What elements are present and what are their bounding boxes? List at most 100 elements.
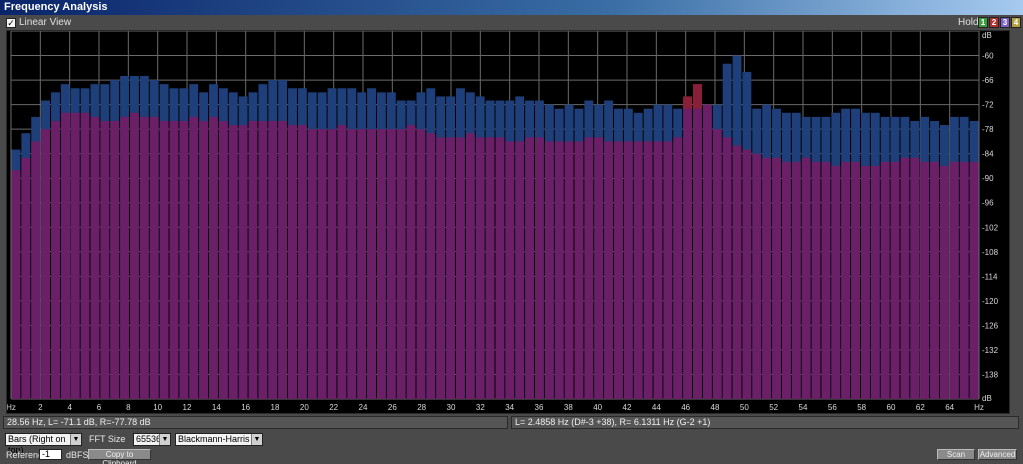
x-tick-label: 26 (388, 403, 397, 412)
chevron-down-icon: ▼ (70, 434, 81, 445)
bar-left (880, 161, 890, 399)
bar-left (920, 161, 930, 399)
x-tick-label: 40 (593, 403, 602, 412)
bar-left (732, 145, 742, 399)
bar-left (712, 129, 722, 399)
bar-left (199, 120, 209, 399)
x-tick-label: 32 (476, 403, 485, 412)
bar-left (317, 129, 327, 399)
bar-left (722, 137, 732, 400)
window-title: Frequency Analysis (0, 0, 1023, 15)
bar-left (525, 137, 535, 400)
x-tick-label: 54 (799, 403, 808, 412)
bar-left (367, 129, 376, 399)
window-function-select[interactable]: Blackmann-Harris ▼ (175, 433, 263, 446)
bar-left (406, 125, 416, 400)
bar-left (258, 120, 268, 399)
bar-left (811, 161, 821, 399)
bar-left (841, 161, 851, 399)
bar-left (278, 120, 288, 399)
chevron-down-icon: ▼ (159, 434, 170, 445)
bar-left (120, 116, 130, 399)
fft-size-label: FFT Size (89, 434, 126, 444)
bar-left (11, 170, 21, 399)
display-mode-select[interactable]: Bars (Right on top) ▼ (5, 433, 82, 455)
y-tick-label: dB (982, 394, 992, 403)
bar-left (179, 120, 189, 399)
bar-left (791, 161, 801, 399)
bar-left (357, 129, 367, 399)
bar-overlap (693, 84, 702, 109)
hold-button-3[interactable]: 3 (1000, 17, 1010, 28)
x-tick-label: 20 (300, 403, 309, 412)
bar-left (446, 137, 455, 400)
bar-left (455, 137, 465, 400)
bar-left (288, 125, 297, 400)
bar-left (495, 137, 505, 400)
bar-left (594, 137, 604, 400)
bar-left (900, 157, 910, 399)
bar-left (623, 141, 633, 399)
bar-left (939, 165, 949, 399)
bar-left (930, 161, 939, 399)
bar-left (574, 141, 584, 399)
x-tick-label: 30 (447, 403, 456, 412)
bar-left (436, 137, 446, 400)
y-tick-label: -108 (982, 248, 999, 257)
x-tick-label: 42 (623, 403, 632, 412)
y-tick-label: -114 (982, 272, 998, 281)
copy-to-clipboard-button[interactable]: Copy to Clipboard (88, 449, 151, 464)
fft-size-select[interactable]: 65536 ▼ (133, 433, 171, 446)
hold-button-4[interactable]: 4 (1011, 17, 1021, 28)
bar-left (515, 141, 525, 399)
hold-button-1[interactable]: 1 (978, 17, 988, 28)
y-tick-label: -78 (982, 125, 994, 134)
scan-button[interactable]: Scan (937, 449, 975, 460)
bar-left (860, 165, 870, 399)
linear-view-checkbox[interactable]: ✓ (6, 18, 16, 28)
y-tick-label: -132 (982, 346, 999, 355)
bar-left (772, 157, 781, 399)
hold-label: Hold (958, 17, 979, 28)
bar-left (851, 161, 860, 399)
bar-left (376, 129, 386, 399)
x-tick-label: Hz (974, 403, 984, 412)
bar-left (762, 157, 772, 399)
x-tick-label: 56 (828, 403, 837, 412)
y-tick-label: -96 (982, 199, 994, 208)
bar-left (821, 161, 831, 399)
bar-left (742, 149, 752, 399)
spectrum-plot[interactable]: dB -60 -66 -72 -78 -84 -90 -96 -102 -108 -114 -120 -… (6, 30, 1010, 414)
spectrum-chart[interactable]: dB -60 -66 -72 -78 -84 -90 -96 -102 -108 -114 -120 -… (7, 31, 1011, 415)
reference-input[interactable]: -1 (39, 449, 62, 460)
x-tick-label: 8 (126, 403, 131, 412)
bar-left (910, 157, 920, 399)
bar-left (139, 116, 149, 399)
bar-left (969, 161, 979, 399)
x-tick-label: 34 (505, 403, 514, 412)
window-function-value: Blackmann-Harris (178, 434, 250, 444)
bar-left (505, 141, 515, 399)
bar-left (149, 116, 159, 399)
cursor-readout: 28.56 Hz, L= -71.1 dB, R=-77.78 dB (3, 416, 508, 429)
hold-button-2[interactable]: 2 (989, 17, 999, 28)
y-tick-label: dB (982, 31, 992, 40)
x-tick-label: 48 (711, 403, 720, 412)
x-tick-label: 58 (857, 403, 866, 412)
advanced-button[interactable]: Advanced (978, 449, 1017, 460)
toolbar: ✓ Linear View Hold 1 2 3 4 (0, 15, 1023, 30)
y-tick-label: -60 (982, 52, 994, 61)
x-tick-label: 38 (564, 403, 573, 412)
x-tick-label: 4 (67, 403, 72, 412)
y-tick-label: -120 (982, 297, 999, 306)
x-tick-label: 62 (916, 403, 925, 412)
y-tick-label: -138 (982, 370, 999, 379)
x-tick-label: Hz (7, 403, 16, 412)
controls-panel: Bars (Right on top) ▼ FFT Size 65536 ▼ B… (0, 432, 1023, 464)
bar-left (100, 120, 110, 399)
bar-left (683, 96, 693, 399)
bar-left (426, 133, 436, 399)
bar-left (130, 112, 139, 400)
bar-left (870, 165, 880, 399)
x-tick-label: 36 (535, 403, 544, 412)
